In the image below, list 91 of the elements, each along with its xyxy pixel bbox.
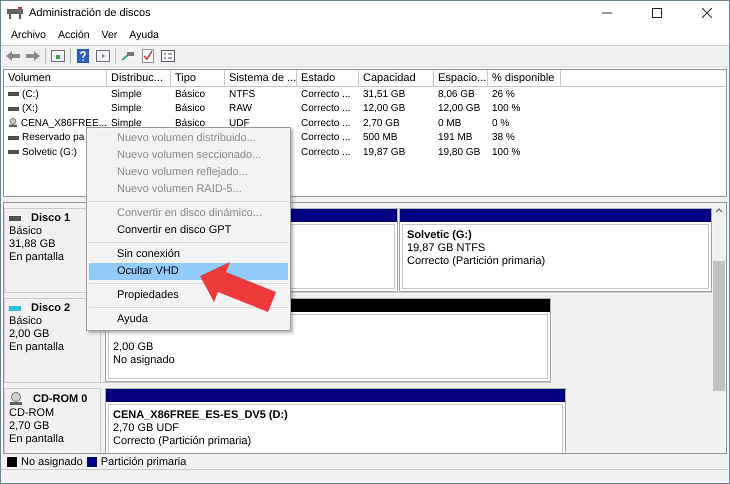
close-icon <box>702 8 712 18</box>
partition-text: 2,70 GB UDF <box>113 422 180 434</box>
disk-name: CD-ROM 0 <box>33 393 88 405</box>
drive-icon <box>8 106 19 111</box>
column-header[interactable]: Sistema de ... <box>225 70 297 86</box>
panel-icon[interactable] <box>95 48 111 64</box>
window-title: Administración de discos <box>29 7 152 19</box>
menu-item[interactable]: Archivo <box>5 29 52 41</box>
column-header[interactable]: Distribuc... <box>107 70 171 86</box>
table-cell: Simple <box>111 88 142 100</box>
disk-detail: 31,88 GB <box>9 238 56 250</box>
column-header[interactable]: Tipo <box>171 70 225 86</box>
back-icon[interactable] <box>5 48 21 64</box>
partition-text: No asignado <box>113 354 176 366</box>
table-cell: 191 MB <box>438 132 472 144</box>
partition-text: CENA_X86FREE_ES-ES_DV5 (D:) <box>113 409 289 421</box>
table-cell: Básico <box>175 103 206 114</box>
table-cell: 12,00 GB <box>363 103 406 114</box>
menu-item[interactable]: Ayuda <box>123 29 165 41</box>
partition-text: 19,87 GB NTFS <box>407 242 486 254</box>
partition-text: Correcto (Partición primaria) <box>407 255 546 267</box>
table-cell: Correcto ... <box>301 146 350 158</box>
disk-detail: Básico <box>9 225 44 237</box>
disk-detail: 2,70 GB <box>9 420 50 432</box>
legend-label: No asignado <box>21 456 83 468</box>
column-header[interactable]: Capacidad <box>359 70 434 86</box>
table-cell: 2,70 GB <box>363 118 400 129</box>
disk-detail: En pantalla <box>9 341 66 353</box>
disk-info-panel[interactable]: Disco 2 Básico 2,00 GB En pantalla <box>4 298 101 383</box>
disk-info-panel[interactable]: CD-ROM 0 CD-ROM 2,70 GB En pantalla <box>4 388 101 453</box>
partition-block[interactable]: Solvetic (G:) 19,87 GB NTFS Correcto (Partición primaria) <box>399 208 712 292</box>
table-cell: Solvetic (G:) <box>22 146 78 158</box>
column-header[interactable]: Estado <box>297 70 359 86</box>
table-cell: (C:) <box>22 88 39 100</box>
maximize-icon <box>652 8 662 18</box>
disk-detail: En pantalla <box>9 251 66 263</box>
forward-icon[interactable] <box>25 48 41 64</box>
cd-drive-icon <box>8 117 18 130</box>
table-cell: 0 MB <box>438 118 462 129</box>
table-cell: 0 % <box>492 118 510 129</box>
column-header[interactable]: Espacio... <box>434 70 488 86</box>
scroll-up-icon[interactable] <box>715 207 723 213</box>
disk-detail: Básico <box>9 315 44 327</box>
table-cell: 100 % <box>492 146 520 158</box>
column-header[interactable]: Volumen <box>4 70 107 86</box>
disk-management-icon <box>7 7 23 19</box>
table-cell: (X:) <box>22 103 38 114</box>
table-cell: 100 % <box>492 103 520 114</box>
disk-detail: 2,00 GB <box>9 328 50 340</box>
menu-item[interactable]: Acción <box>52 29 96 41</box>
table-cell: UDF <box>229 118 250 129</box>
table-cell: CENA_X86FREE... <box>20 118 107 129</box>
disk-name: Disco 1 <box>31 212 70 224</box>
table-cell: 19,80 GB <box>438 146 480 158</box>
menu-item[interactable]: Ver <box>96 29 124 41</box>
drive-icon <box>8 150 19 154</box>
table-cell: Simple <box>111 118 142 129</box>
partition-text: Solvetic (G:) <box>407 229 473 241</box>
table-cell: 8,06 GB <box>438 88 475 100</box>
partition-text: 2,00 GB <box>113 341 154 353</box>
table-cell: 19,87 GB <box>363 146 406 158</box>
table-cell: Básico <box>175 118 206 129</box>
properties-icon[interactable] <box>160 48 176 64</box>
table-cell: Correcto ... <box>301 103 350 114</box>
menu-item[interactable]: Ocultar VHD <box>89 263 288 280</box>
table-cell: NTFS <box>229 88 256 100</box>
drive-icon <box>8 92 19 96</box>
checklist-icon[interactable] <box>140 48 156 64</box>
partition-block[interactable]: CENA_X86FREE_ES-ES_DV5 (D:) 2,70 GB UDF Correcto (Partición primaria) <box>105 388 566 453</box>
table-cell: 500 MB <box>363 132 398 144</box>
table-cell: Simple <box>111 103 142 114</box>
table-cell: 31,51 GB <box>363 88 406 100</box>
legend-label: Partición primaria <box>100 456 186 468</box>
column-header[interactable]: % disponible <box>488 70 561 86</box>
partition-text: Correcto (Partición primaria) <box>113 435 252 447</box>
disk-detail: En pantalla <box>9 433 66 445</box>
cd-drive-icon <box>9 392 23 406</box>
help-icon[interactable] <box>75 48 91 64</box>
drive-icon <box>8 136 19 140</box>
table-cell: 26 % <box>492 88 515 100</box>
table-cell: RAW <box>229 103 252 114</box>
table-cell: Reservado pa <box>22 132 84 144</box>
table-cell: Básico <box>175 88 206 100</box>
table-cell: Correcto ... <box>301 88 350 100</box>
table-cell: Correcto ... <box>301 132 350 144</box>
disk-detail: CD-ROM <box>9 407 56 419</box>
disk-name: Disco 2 <box>31 302 70 314</box>
table-cell: 12,00 GB <box>438 103 480 114</box>
table-cell: 38 % <box>492 132 515 144</box>
panel-icon[interactable] <box>50 48 66 64</box>
table-cell: Correcto ... <box>301 118 350 129</box>
